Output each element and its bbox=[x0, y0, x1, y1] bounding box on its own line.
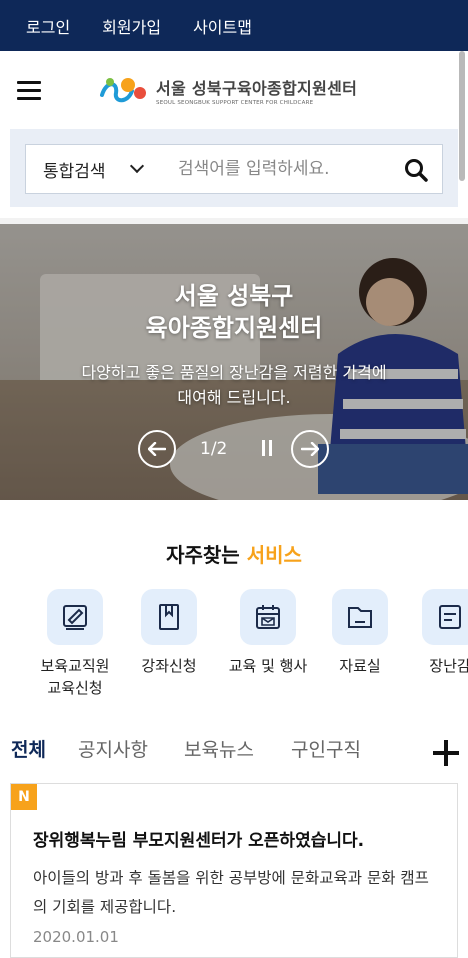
banner-next-button[interactable] bbox=[291, 430, 329, 468]
logo-subtitle: SEOUL SEONGBUK SUPPORT CENTER FOR CHILDC… bbox=[156, 99, 314, 106]
notice-tabs: 전체 공지사항 보육뉴스 구인구직 bbox=[0, 735, 468, 767]
calendar-icon bbox=[240, 589, 296, 645]
service-label-line2: 교육신청 bbox=[47, 679, 103, 697]
service-toy[interactable]: 장난감 bbox=[405, 589, 468, 677]
tab-all[interactable]: 전체 bbox=[11, 735, 46, 762]
chevron-down-icon bbox=[129, 158, 144, 174]
banner-title-line2: 육아종합지원센터 bbox=[145, 314, 323, 342]
banner-description: 다양하고 좋은 품질의 장난감을 저렴한 가격에 대여해 드립니다. bbox=[40, 360, 428, 410]
pause-icon[interactable] bbox=[262, 440, 272, 456]
new-badge: N bbox=[11, 784, 37, 810]
site-logo[interactable]: 서울 성북구육아종합지원센터 SEOUL SEONGBUK SUPPORT CE… bbox=[98, 73, 357, 107]
notice-card[interactable]: N 장위행복누림 부모지원센터가 오픈하였습니다. 아이들의 방과 후 돌봄을 … bbox=[10, 783, 458, 958]
site-header: 서울 성북구육아종합지원센터 SEOUL SEONGBUK SUPPORT CE… bbox=[0, 51, 468, 129]
folder-icon bbox=[332, 589, 388, 645]
search-box: 통합검색 bbox=[25, 144, 443, 194]
services-heading-prefix: 자주찾는 bbox=[166, 543, 240, 567]
search-category-label: 통합검색 bbox=[43, 161, 106, 182]
book-icon bbox=[141, 589, 197, 645]
sitemap-link[interactable]: 사이트맵 bbox=[193, 14, 252, 38]
banner-prev-button[interactable] bbox=[138, 430, 176, 468]
arrow-left-icon bbox=[148, 442, 166, 456]
banner-pager: 1/2 bbox=[200, 439, 228, 459]
search-category-select[interactable]: 통합검색 bbox=[26, 157, 166, 182]
toy-icon bbox=[422, 589, 468, 645]
tab-childcare-news[interactable]: 보육뉴스 bbox=[184, 735, 254, 762]
login-link[interactable]: 로그인 bbox=[26, 14, 70, 38]
service-label: 보육교직원 bbox=[40, 657, 110, 675]
search-icon[interactable] bbox=[404, 158, 428, 182]
service-teacher-education[interactable]: 보육교직원교육신청 bbox=[30, 589, 120, 699]
banner-desc-line1: 다양하고 좋은 품질의 장난감을 저렴한 가격에 bbox=[81, 363, 387, 382]
page-scrollbar[interactable] bbox=[459, 51, 465, 181]
search-input[interactable] bbox=[178, 159, 383, 179]
services-heading-accent: 서비스 bbox=[246, 543, 302, 567]
certificate-icon bbox=[47, 589, 103, 645]
notice-title: 장위행복누림 부모지원센터가 오픈하였습니다. bbox=[33, 831, 365, 851]
menu-icon[interactable] bbox=[17, 81, 41, 100]
more-plus-icon[interactable] bbox=[433, 740, 459, 766]
search-area: 통합검색 bbox=[10, 129, 458, 207]
service-label: 자료실 bbox=[339, 657, 381, 675]
banner-title-line1: 서울 성북구 bbox=[174, 282, 294, 310]
banner-title: 서울 성북구 육아종합지원센터 bbox=[0, 280, 468, 344]
service-course-apply[interactable]: 강좌신청 bbox=[124, 589, 214, 677]
arrow-right-icon bbox=[301, 442, 319, 456]
service-archive[interactable]: 자료실 bbox=[315, 589, 405, 677]
tab-notice[interactable]: 공지사항 bbox=[78, 735, 148, 762]
service-label: 장난감 bbox=[429, 657, 468, 675]
logo-title: 서울 성북구육아종합지원센터 bbox=[156, 78, 358, 98]
service-label: 강좌신청 bbox=[141, 657, 197, 675]
banner-desc-line2: 대여해 드립니다. bbox=[177, 388, 291, 407]
notice-date: 2020.01.01 bbox=[33, 928, 119, 946]
logo-mark-icon bbox=[100, 78, 146, 103]
top-utility-bar: 로그인 회원가입 사이트맵 bbox=[0, 0, 468, 51]
services-heading: 자주찾는 서비스 bbox=[0, 539, 468, 568]
signup-link[interactable]: 회원가입 bbox=[102, 14, 161, 38]
hero-banner: 서울 성북구 육아종합지원센터 다양하고 좋은 품질의 장난감을 저렴한 가격에… bbox=[0, 224, 468, 500]
service-education-events[interactable]: 교육 및 행사 bbox=[223, 589, 313, 677]
tab-jobs[interactable]: 구인구직 bbox=[291, 735, 361, 762]
notice-description: 아이들의 방과 후 돌봄을 위한 공부방에 문화교육과 문화 캠프의 기회를 제… bbox=[33, 869, 429, 916]
service-label: 교육 및 행사 bbox=[228, 657, 308, 675]
